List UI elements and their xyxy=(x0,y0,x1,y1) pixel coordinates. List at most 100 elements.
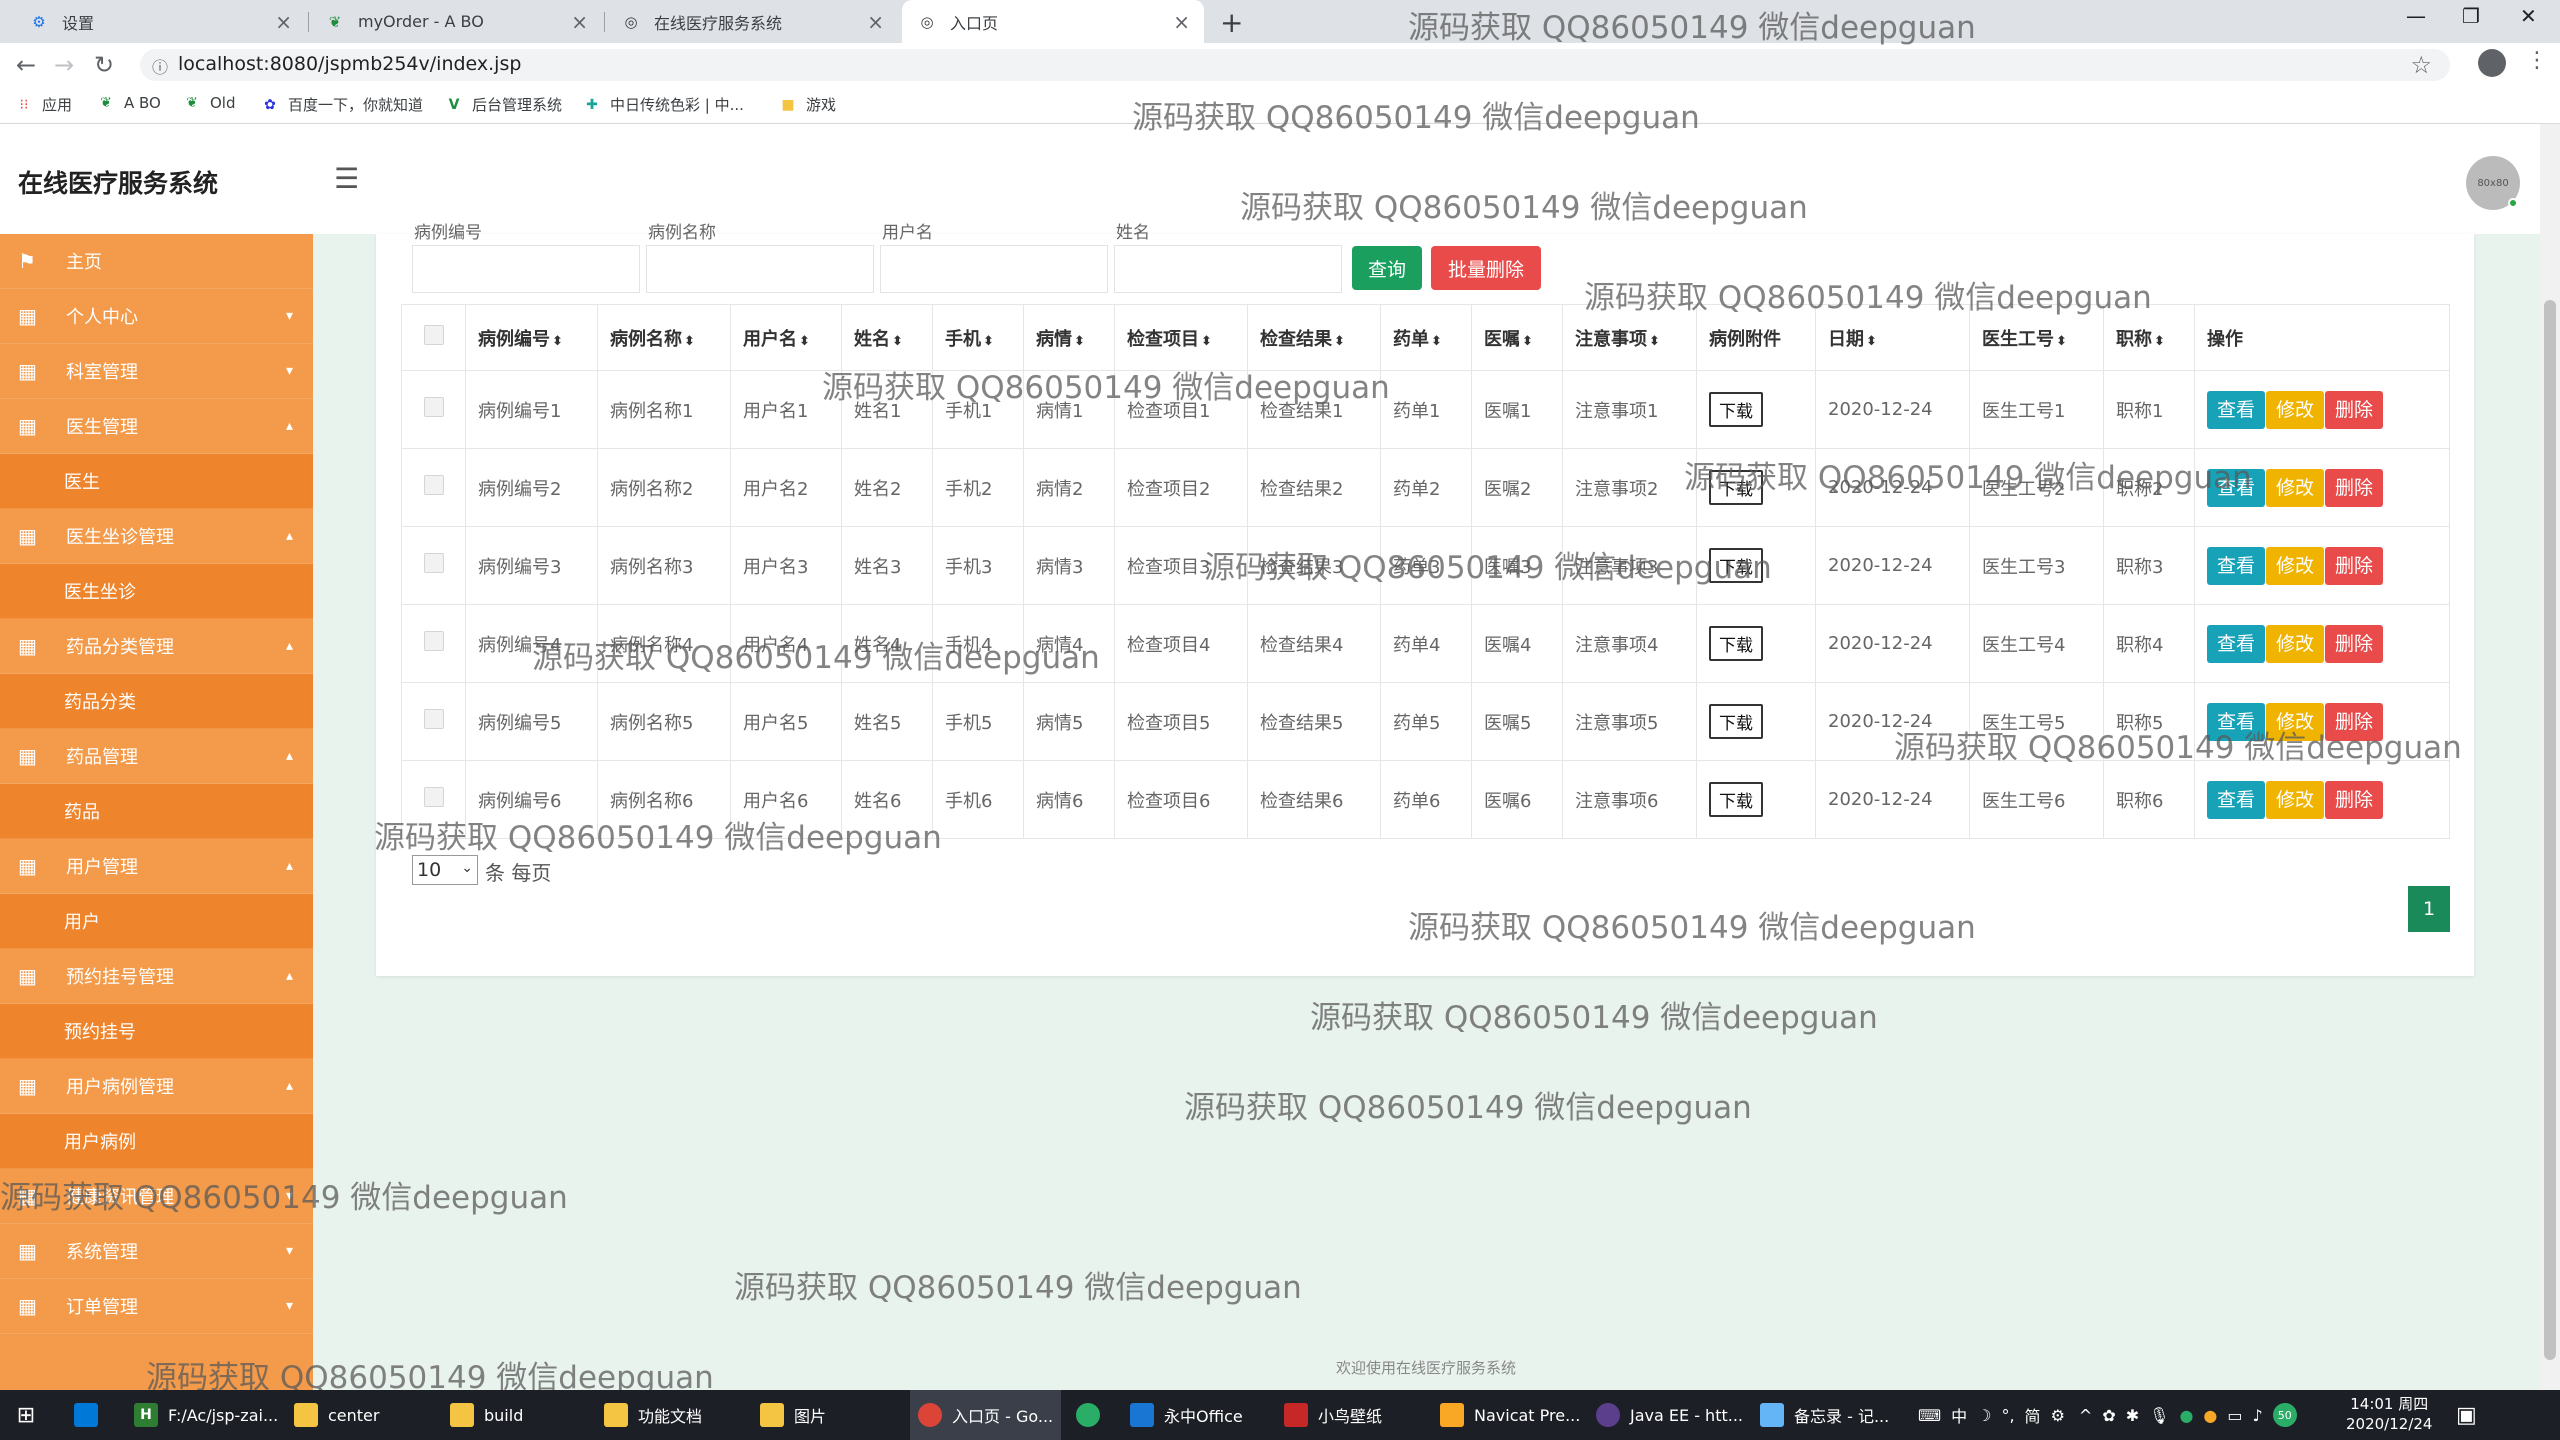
browser-tab-entry[interactable]: ◎ 入口页 × xyxy=(902,0,1204,43)
punctuation-icon[interactable]: °, xyxy=(2001,1406,2014,1425)
edit-button[interactable]: 修改 xyxy=(2266,468,2325,507)
sidebar-item-system-mgmt[interactable]: ▦ 系统管理 ▾ xyxy=(0,1224,313,1279)
view-button[interactable]: 查看 xyxy=(2207,780,2266,819)
sidebar-subitem-consult[interactable]: 医生坐诊 xyxy=(0,564,313,619)
sidebar-item-department[interactable]: ▦ 科室管理 ▾ xyxy=(0,344,313,399)
ime-indicator[interactable]: 中 xyxy=(1951,1403,1967,1427)
taskbar-app[interactable]: H F:/Ac/jsp-zai... xyxy=(134,1390,278,1440)
sidebar-item-user-mgmt[interactable]: ▦ 用户管理 ▴ xyxy=(0,839,313,894)
clock[interactable]: 14:01 周四 2020/12/24 xyxy=(2346,1394,2432,1434)
sidebar-item-order-mgmt[interactable]: ▦ 订单管理 ▾ xyxy=(0,1279,313,1334)
sidebar-item-case-mgmt[interactable]: ▦ 用户病例管理 ▴ xyxy=(0,1059,313,1114)
row-checkbox[interactable] xyxy=(423,631,444,651)
sidebar-subitem-drug-category[interactable]: 药品分类 xyxy=(0,674,313,729)
profile-icon[interactable] xyxy=(2478,49,2506,77)
column-header[interactable]: 用户名 ⬍ xyxy=(730,304,842,371)
search-input-username[interactable] xyxy=(880,245,1108,293)
bluetooth-icon[interactable]: ✱ xyxy=(2126,1406,2139,1425)
taskbar-app[interactable]: 备忘录 - 记... xyxy=(1760,1390,1889,1440)
download-button[interactable]: 下载 xyxy=(1709,548,1763,583)
row-checkbox[interactable] xyxy=(423,709,444,729)
taskbar-app[interactable]: 功能文档 xyxy=(604,1390,702,1440)
select-all-checkbox[interactable] xyxy=(423,325,444,345)
view-button[interactable]: 查看 xyxy=(2207,702,2266,741)
taskbar-app[interactable]: Java EE - htt... xyxy=(1596,1390,1743,1440)
back-icon[interactable]: ← xyxy=(16,51,36,79)
view-button[interactable]: 查看 xyxy=(2207,468,2266,507)
delete-button[interactable]: 删除 xyxy=(2325,702,2384,741)
download-button[interactable]: 下载 xyxy=(1709,470,1763,505)
sidebar-subitem-case[interactable]: 用户病例 xyxy=(0,1114,313,1169)
column-header[interactable]: 手机 ⬍ xyxy=(932,304,1024,371)
network-icon[interactable]: ▭ xyxy=(2227,1406,2242,1425)
search-input-case-name[interactable] xyxy=(646,245,874,293)
sidebar-subitem-appointment[interactable]: 预约挂号 xyxy=(0,1004,313,1059)
edit-button[interactable]: 修改 xyxy=(2266,702,2325,741)
more-menu-icon[interactable]: ⋮ xyxy=(2526,48,2548,73)
close-icon[interactable]: × xyxy=(1173,10,1190,34)
delete-button[interactable]: 删除 xyxy=(2325,624,2384,663)
column-header[interactable]: 日期 ⬍ xyxy=(1815,304,1970,371)
column-header[interactable]: 检查结果 ⬍ xyxy=(1247,304,1381,371)
minimize-icon[interactable]: — xyxy=(2406,4,2426,28)
query-button[interactable]: 查询 xyxy=(1352,246,1422,290)
bookmark-apps[interactable]: ⁝⁝ 应用 xyxy=(16,94,72,115)
bookmark-abo[interactable]: ❦ A BO xyxy=(98,94,161,112)
ime-mode[interactable]: 简 xyxy=(2025,1403,2041,1427)
bookmark-games[interactable]: ■ 游戏 xyxy=(780,94,836,115)
moon-icon[interactable]: ☽ xyxy=(1977,1406,1991,1425)
edit-button[interactable]: 修改 xyxy=(2266,390,2325,429)
edit-button[interactable]: 修改 xyxy=(2266,624,2325,663)
taskbar-app-active[interactable]: 入口页 - Go... xyxy=(910,1390,1062,1440)
column-header[interactable]: 姓名 ⬍ xyxy=(841,304,933,371)
row-checkbox[interactable] xyxy=(423,397,444,417)
bookmark-admin[interactable]: V 后台管理系统 xyxy=(446,94,562,115)
sidebar-item-home[interactable]: ⚑ 主页 xyxy=(0,234,313,289)
notification-icon[interactable]: ▣ xyxy=(2456,1390,2477,1440)
row-checkbox[interactable] xyxy=(423,553,444,573)
taskbar-app[interactable]: 图片 xyxy=(760,1390,826,1440)
browser-tab-medical[interactable]: ◎ 在线医疗服务系统 × xyxy=(606,0,898,43)
taskbar-app[interactable]: center xyxy=(294,1390,379,1440)
restore-icon[interactable]: ❐ xyxy=(2462,4,2480,28)
download-button[interactable]: 下载 xyxy=(1709,782,1763,817)
battery-badge[interactable]: 50 xyxy=(2272,1403,2297,1427)
mic-icon[interactable]: 🎙 xyxy=(2149,1406,2169,1425)
column-header[interactable]: 病情 ⬍ xyxy=(1023,304,1115,371)
taskbar-app[interactable] xyxy=(74,1390,108,1440)
info-icon[interactable]: ⓘ xyxy=(152,54,168,78)
sidebar-subitem-drug[interactable]: 药品 xyxy=(0,784,313,839)
delete-button[interactable]: 删除 xyxy=(2325,546,2384,585)
column-header[interactable]: 药单 ⬍ xyxy=(1380,304,1472,371)
volume-icon[interactable]: ♪ xyxy=(2253,1406,2263,1425)
menu-toggle-icon[interactable]: ☰ xyxy=(334,162,359,195)
column-header[interactable]: 职称 ⬍ xyxy=(2103,304,2195,371)
sidebar-item-appointment-mgmt[interactable]: ▦ 预约挂号管理 ▴ xyxy=(0,949,313,1004)
sidebar-item-consult-mgmt[interactable]: ▦ 医生坐诊管理 ▴ xyxy=(0,509,313,564)
close-icon[interactable]: × xyxy=(867,10,884,34)
row-checkbox[interactable] xyxy=(423,787,444,807)
start-button[interactable]: ⊞ xyxy=(14,1390,48,1440)
batch-delete-button[interactable]: 批量删除 xyxy=(1431,246,1541,290)
download-button[interactable]: 下载 xyxy=(1709,392,1763,427)
download-button[interactable]: 下载 xyxy=(1709,704,1763,739)
sidebar-subitem-doctor[interactable]: 医生 xyxy=(0,454,313,509)
scrollbar-thumb[interactable] xyxy=(2544,300,2556,1360)
download-button[interactable]: 下载 xyxy=(1709,626,1763,661)
edit-button[interactable]: 修改 xyxy=(2266,546,2325,585)
taskbar-app[interactable]: 永中Office xyxy=(1130,1390,1243,1440)
browser-tab-myorder[interactable]: ❦ myOrder - A BO × xyxy=(310,0,602,43)
sidebar-item-health-news-mgmt[interactable]: ▦ 健康资讯管理 ▾ xyxy=(0,1169,313,1224)
new-tab-button[interactable]: + xyxy=(1220,6,1243,39)
url-field[interactable]: ⓘ localhost:8080/jspmb254v/index.jsp ☆ xyxy=(140,49,2450,81)
sidebar-item-personal-center[interactable]: ▦ 个人中心 ▾ xyxy=(0,289,313,344)
view-button[interactable]: 查看 xyxy=(2207,624,2266,663)
delete-button[interactable]: 删除 xyxy=(2325,468,2384,507)
bookmark-colors[interactable]: ✚ 中日传统色彩 | 中... xyxy=(584,94,744,115)
view-button[interactable]: 查看 xyxy=(2207,390,2266,429)
keyboard-icon[interactable]: ⌨ xyxy=(1918,1406,1941,1425)
column-header[interactable]: 医生工号 ⬍ xyxy=(1969,304,2104,371)
sidebar-item-drug-category-mgmt[interactable]: ▦ 药品分类管理 ▴ xyxy=(0,619,313,674)
reload-icon[interactable]: ↻ xyxy=(94,51,114,79)
edit-button[interactable]: 修改 xyxy=(2266,780,2325,819)
